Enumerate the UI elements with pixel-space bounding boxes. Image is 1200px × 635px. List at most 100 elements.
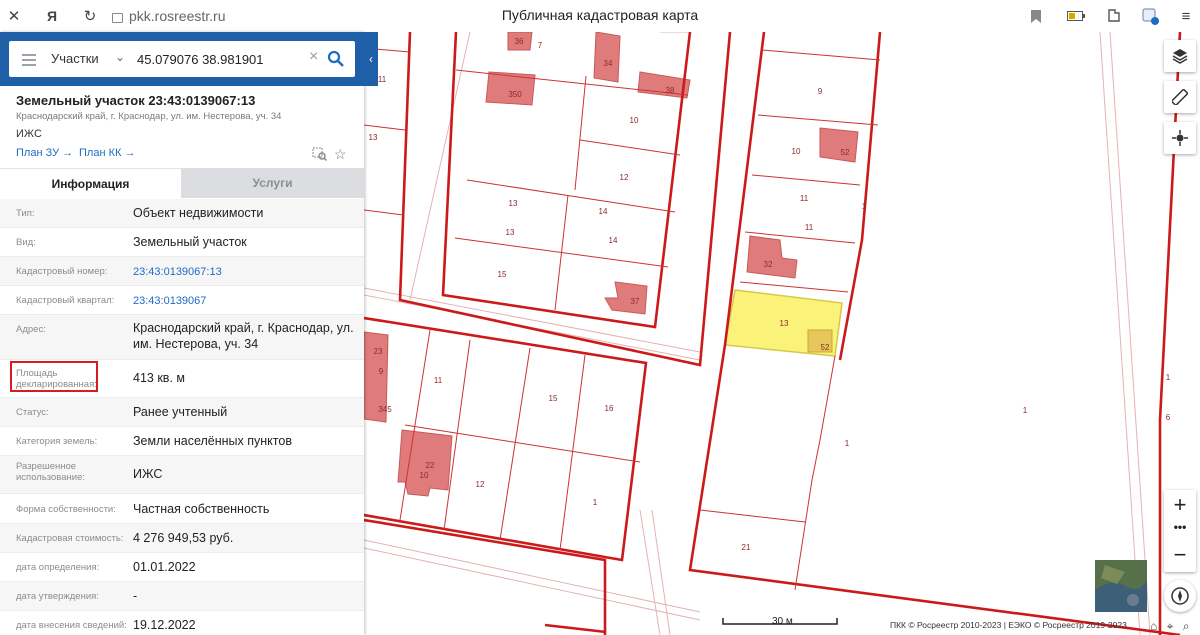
arrow-right-icon: →	[124, 147, 136, 159]
yandex-icon[interactable]: Я	[42, 6, 62, 26]
parcel-label: 6	[1166, 413, 1171, 422]
parcel-label: 12	[476, 480, 485, 489]
lock-icon	[112, 13, 123, 23]
zoom-controls: + ••• −	[1164, 490, 1196, 572]
more-icon[interactable]: •••	[1164, 520, 1196, 534]
detail-key: Разрешенное использование:	[16, 461, 86, 483]
parcel-label: 14	[599, 207, 608, 216]
detail-row: Форма собственности: Частная собственнос…	[0, 494, 364, 524]
plan-kk-link[interactable]: План КК →	[79, 147, 135, 159]
layers-button[interactable]	[1164, 40, 1196, 72]
detail-value: 01.01.2022	[133, 560, 196, 574]
zoom-in-button[interactable]: +	[1164, 492, 1196, 518]
parcel-label: 10	[792, 147, 801, 156]
parcel-label: 7	[538, 41, 543, 50]
detail-value: Краснодарский край, г. Краснодар, ул. им…	[133, 321, 354, 351]
cadastral-quarter-link[interactable]: 23:43:0139067	[133, 293, 358, 309]
chevron-down-icon[interactable]: ⌄	[115, 50, 125, 64]
detail-value: 4 276 949,53 руб.	[133, 531, 234, 545]
parcel-label: 15	[549, 394, 558, 403]
detail-value: 19.12.2022	[133, 618, 196, 632]
battery-icon	[1066, 6, 1086, 26]
detail-row: Разрешенное использование: ИЖС	[0, 456, 364, 494]
star-icon[interactable]: ☆	[334, 146, 347, 163]
map-canvas[interactable]: 36 7 11 34 38 350 10 13 12 13 14 13 14 1…	[364, 32, 1200, 635]
extensions-icon[interactable]	[1104, 6, 1124, 26]
crosshair-icon	[1172, 130, 1188, 146]
scale-label: 30 м	[772, 616, 793, 627]
profile-icon[interactable]	[1140, 6, 1160, 26]
parcel-label: 15	[498, 270, 507, 279]
detail-value: Частная собственность	[133, 502, 270, 516]
zoom-to-object-icon[interactable]	[312, 146, 328, 164]
parcel-label: 36	[515, 37, 524, 46]
parcel-label: 38	[666, 86, 675, 95]
plan-zu-link[interactable]: План ЗУ →	[16, 147, 73, 159]
parcel-label: 1	[845, 439, 850, 448]
search-icon[interactable]	[327, 50, 345, 68]
cadastral-map[interactable]: 36 7 11 34 38 350 10 13 12 13 14 13 14 1…	[364, 32, 1200, 635]
reload-icon[interactable]: ↻	[80, 6, 100, 26]
detail-value: 413 кв. м	[133, 371, 185, 385]
collapse-panel-button[interactable]: ‹	[364, 32, 378, 86]
ruler-button[interactable]	[1164, 81, 1196, 113]
search-icon[interactable]: ⌕	[1183, 619, 1190, 633]
search-type-select[interactable]: Участки	[51, 51, 99, 66]
parcel-label: 22	[426, 461, 435, 470]
arrow-right-icon: →	[62, 147, 74, 159]
parcel-label: 11	[378, 75, 387, 84]
satellite-thumbnail	[1095, 560, 1147, 612]
parcel-label: 1	[1023, 406, 1028, 415]
chevron-left-icon: ‹	[369, 52, 373, 66]
parcel-label: 350	[508, 90, 522, 99]
parcel-label: 11	[434, 376, 443, 385]
search-input[interactable]	[137, 49, 303, 69]
info-panel: Участки ⌄ × Земельный участок 23:43:0139…	[0, 32, 364, 635]
parcel-label: 1	[593, 498, 598, 507]
zoom-out-button[interactable]: −	[1164, 542, 1196, 568]
detail-key: дата определения:	[16, 562, 100, 573]
address-bar[interactable]: pkk.rosreestr.ru	[112, 6, 225, 26]
compass-button[interactable]	[1164, 580, 1196, 612]
detail-key: дата утверждения:	[16, 591, 99, 602]
parcel-label: 1	[862, 202, 867, 211]
crosshair-icon[interactable]: ⌖	[1167, 619, 1174, 633]
tab-info[interactable]: Информация	[0, 168, 181, 199]
detail-row: Статус: Ранее учтенный	[0, 398, 364, 427]
search-header: Участки ⌄ ×	[0, 32, 364, 86]
clear-icon[interactable]: ×	[309, 48, 318, 66]
close-icon[interactable]: ✕	[4, 6, 24, 26]
browser-toolbar: ✕ Я ↻ pkk.rosreestr.ru Публичная кадастр…	[0, 0, 1200, 33]
parcel-label: 34	[604, 59, 613, 68]
parcel-label: 32	[764, 260, 773, 269]
hamburger-icon[interactable]	[22, 54, 36, 69]
cadastral-number-link[interactable]: 23:43:0139067:13	[133, 264, 358, 280]
plan-zu-label: План ЗУ	[16, 147, 60, 159]
detail-key: Форма собственности:	[16, 504, 116, 515]
parcel-label: 16	[605, 404, 614, 413]
detail-key: Категория земель:	[16, 436, 98, 447]
highlight-box	[10, 361, 98, 392]
detail-key: Адрес:	[16, 324, 46, 335]
menu-icon[interactable]: ≡	[1176, 6, 1196, 26]
search-box: Участки ⌄ ×	[9, 41, 355, 77]
layers-icon	[1172, 49, 1188, 64]
compass-icon	[1171, 587, 1189, 605]
parcel-label: 37	[631, 297, 640, 306]
tab-services[interactable]: Услуги	[181, 168, 364, 198]
satellite-preview[interactable]	[1095, 560, 1147, 612]
detail-row: Кадастровый номер: 23:43:0139067:13	[0, 257, 364, 286]
parcel-label: 13	[506, 228, 515, 237]
detail-row: Адрес: Краснодарский край, г. Краснодар,…	[0, 315, 364, 360]
parcel-label: 23	[374, 347, 383, 356]
locate-button[interactable]	[1164, 122, 1196, 154]
home-icon[interactable]: ⌂	[1150, 619, 1157, 633]
copyright-text: ПКК © Росреестр 2010-2023 | ЕЭКО © Росре…	[890, 620, 1127, 630]
parcel-label: 52	[821, 343, 830, 352]
detail-row: Кадастровая стоимость: 4 276 949,53 руб.	[0, 524, 364, 553]
bookmark-icon[interactable]	[1026, 6, 1046, 26]
detail-key: Вид:	[16, 237, 36, 248]
detail-value: Земельный участок	[133, 235, 247, 249]
detail-key: дата внесения сведений:	[16, 620, 127, 631]
detail-key: Тип:	[16, 208, 35, 219]
